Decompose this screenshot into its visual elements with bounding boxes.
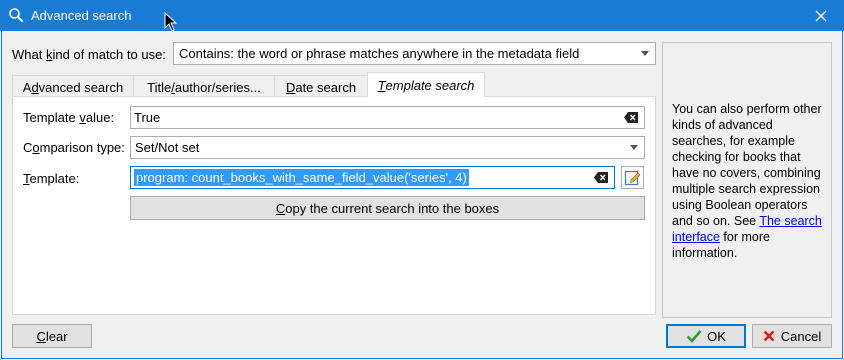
comparison-type-value: Set/Not set <box>135 140 200 155</box>
backspace-clear-icon[interactable] <box>594 172 608 183</box>
backspace-clear-icon[interactable] <box>624 112 638 123</box>
close-icon <box>815 10 827 21</box>
tab-advanced-search[interactable]: Ad vanced search <box>12 75 134 98</box>
tab-template-search[interactable]: Template search <box>367 72 485 97</box>
chevron-down-icon <box>641 51 649 56</box>
ok-button[interactable]: OK <box>666 324 746 348</box>
help-text: You can also perform other kinds of adva… <box>672 102 822 260</box>
help-panel: You can also perform other kinds of adva… <box>662 42 832 318</box>
edit-icon <box>624 170 641 186</box>
comparison-type-label: Comparison type: <box>23 140 125 155</box>
template-value-text: True <box>134 110 161 125</box>
checkmark-icon <box>686 330 702 343</box>
template-input[interactable]: program: count_books_with_same_field_val… <box>130 166 615 189</box>
match-type-select[interactable]: Contains: the word or phrase matches any… <box>173 42 656 65</box>
close-button[interactable] <box>798 0 844 31</box>
clear-button[interactable]: Clear <box>12 324 92 348</box>
search-icon <box>9 8 24 23</box>
chevron-down-icon <box>630 145 638 150</box>
template-text: program: count_books_with_same_field_val… <box>134 169 469 186</box>
ok-label: OK <box>707 328 726 344</box>
copy-search-button[interactable]: Copy the current search into the boxes <box>130 196 645 220</box>
match-type-value: Contains: the word or phrase matches any… <box>179 46 580 61</box>
x-icon <box>763 330 775 342</box>
template-value-label: Template value: <box>23 110 115 125</box>
cancel-button[interactable]: Cancel <box>752 324 832 348</box>
match-type-label: What kind of match to use: <box>12 47 166 62</box>
mouse-cursor-icon <box>164 12 178 32</box>
title-bar[interactable]: Advanced search <box>0 0 844 31</box>
tab-date-search[interactable]: Date search <box>274 75 368 98</box>
window-title: Advanced search <box>31 8 132 23</box>
template-value-input[interactable]: True <box>130 106 645 129</box>
tab-title-author-series[interactable]: Title / author/series... <box>133 75 275 98</box>
cancel-label: Cancel <box>780 328 822 344</box>
template-label: Template: <box>23 171 80 186</box>
edit-template-button[interactable] <box>621 166 644 189</box>
comparison-type-select[interactable]: Set/Not set <box>130 136 645 159</box>
